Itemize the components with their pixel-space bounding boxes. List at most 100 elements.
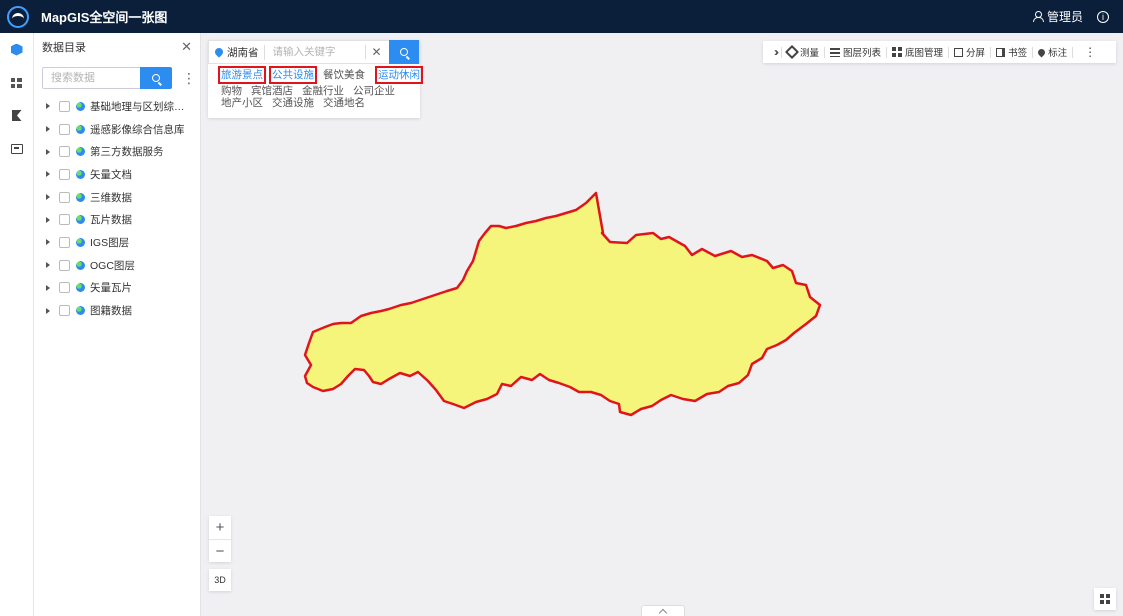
checkbox[interactable] bbox=[59, 305, 70, 317]
checkbox[interactable] bbox=[59, 100, 70, 112]
globe-icon bbox=[76, 101, 85, 111]
expand-arrow-icon[interactable] bbox=[46, 103, 50, 110]
rail-item-layers[interactable] bbox=[0, 66, 33, 99]
category-tag[interactable]: 公司企业 bbox=[353, 85, 395, 97]
bookmark-button[interactable]: 书签 bbox=[990, 46, 1032, 59]
tree-item-label: 遥感影像综合信息库 bbox=[90, 123, 185, 136]
checkbox[interactable] bbox=[59, 123, 70, 135]
tree-item[interactable]: 第三方数据服务 bbox=[34, 140, 200, 163]
expand-arrow-icon[interactable] bbox=[46, 262, 50, 269]
user-menu[interactable]: 管理员 bbox=[1032, 8, 1083, 25]
tree-item[interactable]: 矢量瓦片 bbox=[34, 277, 200, 300]
region-selector[interactable]: 湖南省 bbox=[227, 44, 265, 60]
checkbox[interactable] bbox=[59, 146, 70, 158]
category-tag[interactable]: 购物 bbox=[221, 85, 242, 97]
3d-toggle-button[interactable]: 3D bbox=[209, 569, 231, 591]
annotate-button[interactable]: 标注 bbox=[1032, 46, 1072, 59]
expand-arrow-icon[interactable] bbox=[46, 284, 50, 291]
user-icon bbox=[1032, 11, 1044, 22]
category-tag[interactable]: 旅游景点 bbox=[218, 66, 266, 84]
category-tag[interactable]: 地产小区 bbox=[221, 97, 263, 109]
tree-item-label: 矢量瓦片 bbox=[90, 282, 132, 295]
category-tag[interactable]: 公共设施 bbox=[269, 66, 317, 84]
cube-icon bbox=[10, 43, 23, 56]
checkbox[interactable] bbox=[59, 236, 70, 248]
expand-arrow-icon[interactable] bbox=[46, 239, 50, 246]
tree-item-label: 矢量文档 bbox=[90, 168, 132, 181]
checkbox[interactable] bbox=[59, 191, 70, 203]
tree-item-label: 瓦片数据 bbox=[90, 214, 132, 227]
layers-icon bbox=[830, 47, 841, 57]
basemap-button[interactable]: 底图管理 bbox=[886, 46, 948, 59]
category-tag[interactable]: 金融行业 bbox=[302, 85, 344, 97]
checkbox[interactable] bbox=[59, 259, 70, 271]
expand-arrow-icon[interactable] bbox=[46, 171, 50, 178]
tree-item[interactable]: 图籍数据 bbox=[34, 299, 200, 322]
tree-item[interactable]: 遥感影像综合信息库 bbox=[34, 118, 200, 141]
split-screen-icon bbox=[954, 47, 964, 57]
user-name: 管理员 bbox=[1046, 10, 1083, 24]
layer-list-button[interactable]: 图层列表 bbox=[824, 46, 886, 59]
category-tag[interactable]: 宾馆酒店 bbox=[251, 85, 293, 97]
tree-item-label: 第三方数据服务 bbox=[90, 146, 164, 159]
tree-item-label: 三维数据 bbox=[90, 191, 132, 204]
globe-icon bbox=[76, 260, 85, 270]
catalog-title: 数据目录 bbox=[42, 41, 86, 54]
zoom-control: + − bbox=[209, 516, 231, 562]
globe-icon bbox=[76, 283, 85, 293]
more-icon: ⋮ bbox=[1084, 45, 1097, 59]
category-tag[interactable]: 交通设施 bbox=[272, 97, 314, 109]
toolbar-more-button[interactable]: ⋮ bbox=[1072, 45, 1107, 59]
category-tag[interactable]: 交通地名 bbox=[323, 97, 365, 109]
rail-item-screen[interactable] bbox=[0, 132, 33, 165]
tree-item-label: IGS图层 bbox=[90, 236, 130, 249]
expand-arrow-icon[interactable] bbox=[46, 148, 50, 155]
split-screen-button[interactable]: 分屏 bbox=[948, 46, 990, 59]
left-rail bbox=[0, 33, 34, 616]
app-title: MapGIS全空间一张图 bbox=[41, 10, 168, 25]
zoom-out-button[interactable]: − bbox=[209, 539, 231, 562]
bottom-collapse-tab[interactable] bbox=[641, 605, 685, 616]
bookmark-icon bbox=[996, 47, 1006, 57]
checkbox[interactable] bbox=[59, 282, 70, 294]
location-pin-icon bbox=[213, 46, 225, 58]
tree-item[interactable]: OGC图层 bbox=[34, 254, 200, 277]
expand-arrow-icon[interactable] bbox=[46, 126, 50, 133]
flag-icon bbox=[11, 110, 22, 121]
split-label: 分屏 bbox=[966, 48, 986, 59]
map-canvas[interactable] bbox=[201, 33, 1123, 616]
data-catalog-panel: 数据目录 ✕ ⋮ 基础地理与区划综合... 遥感影像综合信息库 第三方数据服务 … bbox=[34, 33, 201, 616]
category-tag[interactable]: 运动休闲 bbox=[375, 66, 423, 84]
expand-arrow-icon[interactable] bbox=[46, 307, 50, 314]
tree-item[interactable]: 三维数据 bbox=[34, 186, 200, 209]
tree-item[interactable]: IGS图层 bbox=[34, 231, 200, 254]
poi-search-button[interactable] bbox=[389, 40, 419, 64]
keyword-input[interactable] bbox=[264, 42, 355, 62]
rail-item-data[interactable] bbox=[0, 33, 33, 66]
tree-item[interactable]: 瓦片数据 bbox=[34, 208, 200, 231]
globe-icon bbox=[76, 124, 85, 134]
collapse-toolbar-button[interactable]: ›› bbox=[769, 45, 781, 59]
globe-icon bbox=[76, 237, 85, 247]
rail-item-flag[interactable] bbox=[0, 99, 33, 132]
map-toolbar: ›› 测量 图层列表 底图管理 分屏 书签 标注 ⋮ bbox=[763, 41, 1116, 63]
more-icon[interactable]: ⋮ bbox=[182, 71, 196, 85]
info-icon[interactable]: i bbox=[1097, 10, 1109, 23]
expand-arrow-icon[interactable] bbox=[46, 216, 50, 223]
close-icon[interactable]: ✕ bbox=[181, 39, 192, 55]
basemap-label: 底图管理 bbox=[905, 48, 944, 59]
measure-button[interactable]: 测量 bbox=[781, 44, 824, 60]
zoom-in-button[interactable]: + bbox=[209, 516, 231, 539]
tree-item[interactable]: 基础地理与区划综合... bbox=[34, 95, 200, 118]
expand-arrow-icon[interactable] bbox=[46, 194, 50, 201]
clear-icon[interactable]: ✕ bbox=[364, 45, 388, 59]
catalog-search-button[interactable] bbox=[140, 67, 172, 89]
checkbox[interactable] bbox=[59, 168, 70, 180]
grid-view-button[interactable] bbox=[1094, 588, 1116, 610]
catalog-search-input[interactable] bbox=[42, 67, 140, 89]
region-boundary[interactable] bbox=[201, 33, 1123, 616]
globe-icon bbox=[76, 192, 85, 202]
category-tag[interactable]: 餐饮美食 bbox=[323, 69, 365, 81]
tree-item[interactable]: 矢量文档 bbox=[34, 163, 200, 186]
checkbox[interactable] bbox=[59, 214, 70, 226]
